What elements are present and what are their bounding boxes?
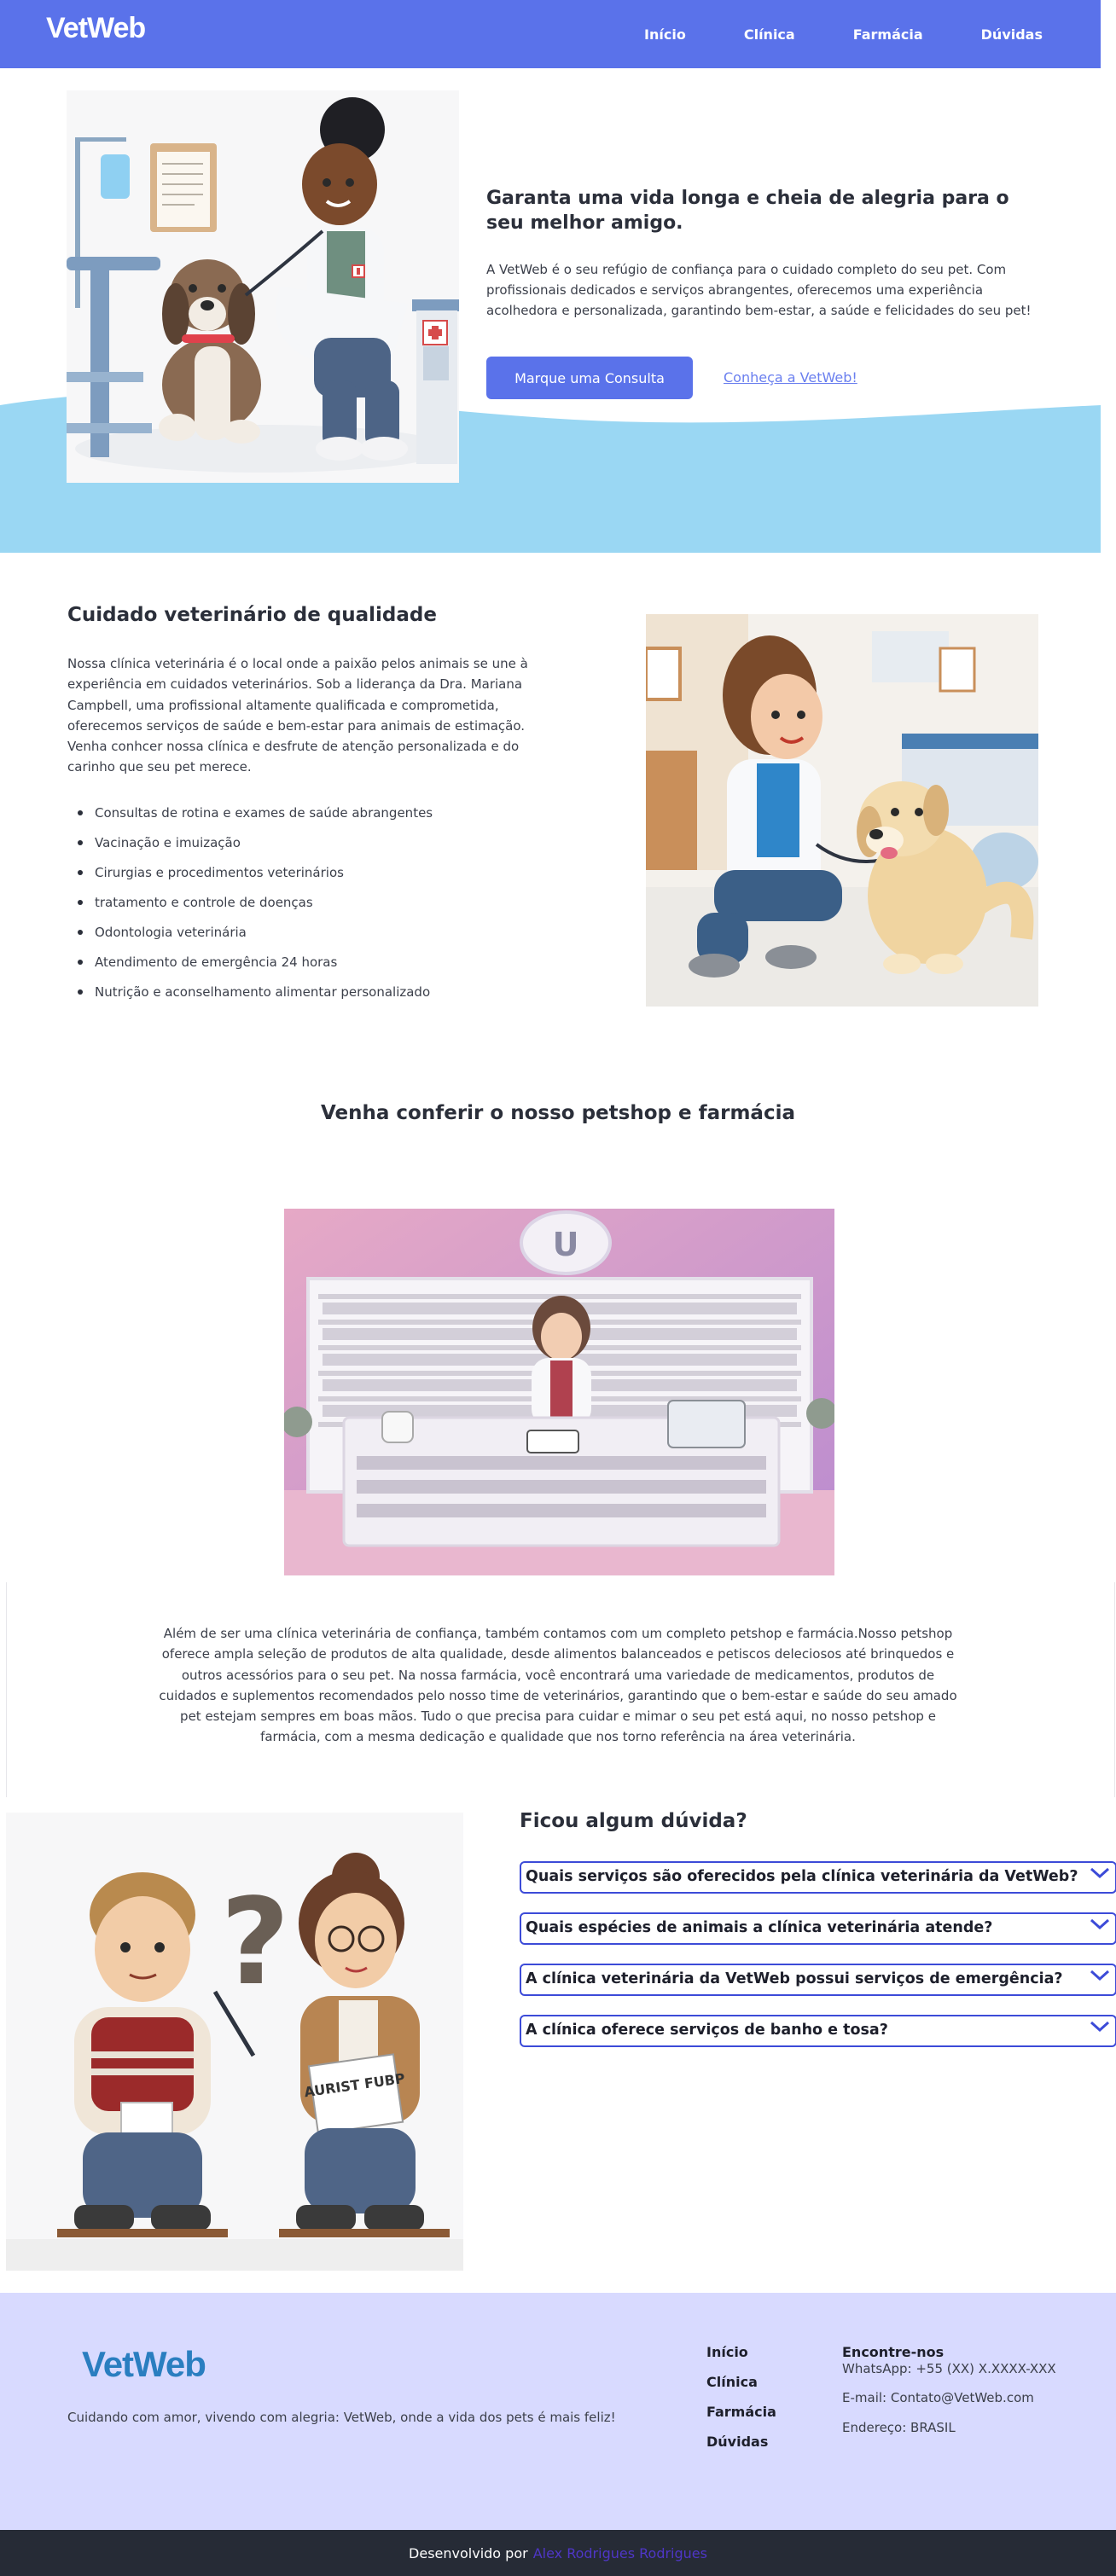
chevron-down-icon [1090, 1867, 1110, 1879]
nav-logo[interactable]: VetWeb [46, 12, 146, 45]
petshop-description: Além de ser uma clínica veterinária de c… [159, 1626, 957, 1745]
pharmacy-illustration: U [284, 1209, 834, 1575]
petshop-section-title: Venha conferir o nosso petshop e farmáci… [321, 1102, 795, 1124]
contact-title: Encontre-nos [842, 2344, 945, 2360]
hero-description: A VetWeb é o seu refúgio de confiança pa… [486, 262, 1032, 318]
service-item: Nutrição e aconselhamento alimentar pers… [67, 981, 554, 1011]
faq-question-text: Quais espécies de animais a clínica vete… [526, 1919, 993, 1936]
hero-section: Garanta uma vida longa e cheia de alegri… [0, 68, 1101, 553]
faq-question-text: A clínica oferece serviços de banho e to… [526, 2022, 888, 2039]
service-item: tratamento e controle de doenças [67, 891, 554, 921]
faq-question-species[interactable]: Quais espécies de animais a clínica vete… [520, 1912, 1116, 1945]
nav-link-clinica[interactable]: Clínica [744, 26, 795, 43]
faq-question-services[interactable]: Quais serviços são oferecidos pela clíni… [520, 1861, 1116, 1894]
services-list: Consultas de rotina e exames de saúde ab… [67, 802, 554, 1011]
service-item: Cirurgias e procedimentos veterinários [67, 862, 554, 891]
chevron-down-icon [1090, 2021, 1110, 2033]
quality-section-title: Cuidado veterinário de qualidade [67, 604, 437, 626]
nav-link-inicio[interactable]: Início [644, 26, 686, 43]
contact-address: Endereço: BRASIL [842, 2419, 956, 2435]
quality-description: Nossa clínica veterinária é o local onde… [67, 656, 528, 775]
footer-tagline: Cuidando com amor, vivendo com alegria: … [67, 2410, 616, 2425]
faq-students-illustration: ? AURIST FUBP [6, 1813, 463, 2271]
faq-question-grooming[interactable]: A clínica oferece serviços de banho e to… [520, 2015, 1116, 2047]
service-item: Consultas de rotina e exames de saúde ab… [67, 802, 554, 832]
faq-question-text: A clínica veterinária da VetWeb possui s… [526, 1970, 1063, 1987]
footer-link-inicio[interactable]: Início [706, 2344, 776, 2374]
about-vetweb-link[interactable]: Conheça a VetWeb! [724, 369, 857, 386]
faq-title: Ficou algum dúvida? [520, 1810, 747, 1832]
footer-logo[interactable]: VetWeb [82, 2344, 206, 2385]
nav-link-farmacia[interactable]: Farmácia [853, 26, 923, 43]
footer-link-clinica[interactable]: Clínica [706, 2374, 776, 2404]
book-appointment-button[interactable]: Marque uma Consulta [486, 357, 693, 399]
hero-title: Garanta uma vida longa e cheia de alegri… [486, 188, 1009, 235]
developed-by-label: Desenvolvido por [409, 2544, 528, 2561]
chevron-down-icon [1090, 1970, 1110, 1981]
service-item: Atendimento de emergência 24 horas [67, 951, 554, 981]
contact-whatsapp: WhatsApp: +55 (XX) X.XXXX-XXX [842, 2361, 1056, 2376]
top-navbar: VetWeb Início Clínica Farmácia Dúvidas [0, 0, 1101, 68]
faq-question-text: Quais serviços são oferecidos pela clíni… [526, 1868, 1078, 1885]
nav-links: Início Clínica Farmácia Dúvidas [644, 0, 1101, 68]
footer: VetWeb Cuidando com amor, vivendo com al… [0, 2293, 1116, 2530]
footer-links: Início Clínica Farmácia Dúvidas [706, 2344, 776, 2463]
nav-link-duvidas[interactable]: Dúvidas [981, 26, 1043, 43]
pharmacy-sign-letter: U [553, 1226, 579, 1263]
clinic-vet-dog-illustration [646, 614, 1038, 1007]
footer-link-farmacia[interactable]: Farmácia [706, 2404, 776, 2434]
contact-email: E-mail: Contato@VetWeb.com [842, 2390, 1034, 2406]
hero-vet-dog-illustration [67, 90, 459, 483]
faq-question-emergency[interactable]: A clínica veterinária da VetWeb possui s… [520, 1964, 1116, 1996]
question-mark-icon: ? [220, 1873, 289, 2012]
footer-link-duvidas[interactable]: Dúvidas [706, 2434, 776, 2463]
bottom-credit-bar: Desenvolvido por Alex Rodrigues Rodrigue… [0, 2530, 1116, 2576]
footer-contact: Encontre-nos WhatsApp: +55 (XX) X.XXXX-X… [842, 2344, 1098, 2436]
developer-link[interactable]: Alex Rodrigues Rodrigues [533, 2545, 707, 2561]
chevron-down-icon [1090, 1918, 1110, 1930]
service-item: Vacinação e imuização [67, 832, 554, 862]
service-item: Odontologia veterinária [67, 921, 554, 951]
